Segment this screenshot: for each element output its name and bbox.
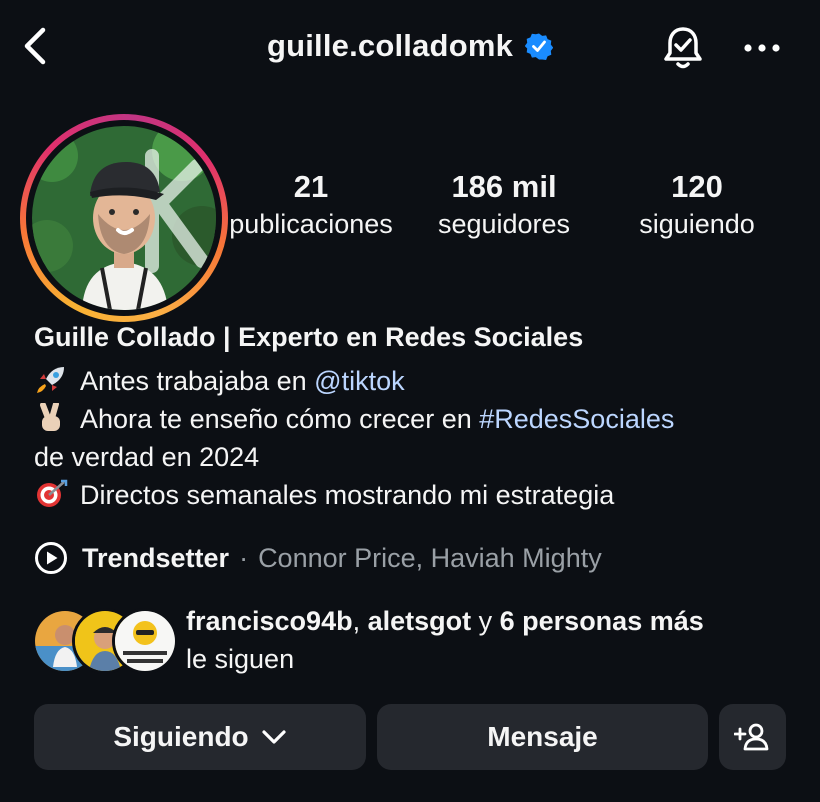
followers-count: 186 mil xyxy=(451,169,557,204)
notifications-button[interactable] xyxy=(655,20,711,76)
victory-hand-icon xyxy=(40,403,60,431)
followed-by-text[interactable]: francisco94b, aletsgot y 6 personas más … xyxy=(186,602,704,678)
verified-badge-icon xyxy=(525,33,554,60)
following-label: siguiendo xyxy=(639,209,755,239)
bio-line-1: Antes trabajaba en @tiktok xyxy=(34,362,405,400)
profile-photo xyxy=(32,126,216,310)
bio-hashtag-link[interactable]: #RedesSociales xyxy=(479,404,674,434)
notification-bell-icon xyxy=(664,27,702,69)
bio-line-4: Directos semanales mostrando mi estrateg… xyxy=(34,476,614,514)
stat-followers[interactable]: 186 mil seguidores xyxy=(409,168,599,242)
posts-label: publicaciones xyxy=(229,209,393,239)
mutual-follower-1[interactable]: francisco94b xyxy=(186,606,353,636)
bio-line-4-text: Directos semanales mostrando mi estrateg… xyxy=(80,480,615,510)
profile-avatar[interactable] xyxy=(20,114,228,322)
direct-hit-icon xyxy=(37,479,68,507)
profile-music[interactable]: Trendsetter · Connor Price, Haviah Might… xyxy=(34,538,602,578)
suggest-people-button[interactable] xyxy=(719,704,786,770)
bio-line-2-text: Ahora te enseño cómo crecer en xyxy=(80,404,480,434)
chevron-down-icon xyxy=(262,730,286,744)
mutual-follower-2[interactable]: aletsgot xyxy=(368,606,472,636)
bio-line-2: Ahora te enseño cómo crecer en #RedesSoc… xyxy=(34,400,674,438)
followed-by-suffix: le siguen xyxy=(186,644,295,674)
followed-by-connector: y xyxy=(471,606,500,636)
stat-following[interactable]: 120 siguiendo xyxy=(602,168,792,242)
stat-posts[interactable]: 21 publicaciones xyxy=(216,168,406,242)
music-artist: Connor Price, Haviah Mighty xyxy=(258,542,602,573)
message-button[interactable]: Mensaje xyxy=(377,704,708,770)
follower-avatar xyxy=(112,608,178,674)
play-circle-icon xyxy=(35,542,67,574)
followed-by-comma: , xyxy=(352,606,368,636)
profile-display-name: Guille Collado | Experto en Redes Social… xyxy=(34,322,584,352)
add-person-icon xyxy=(733,723,768,751)
bio-line-3: de verdad en 2024 xyxy=(34,442,260,472)
music-title: Trendsetter xyxy=(82,542,230,573)
more-options-button[interactable] xyxy=(738,28,786,68)
following-count: 120 xyxy=(671,169,723,204)
bio-line-1-text: Antes trabajaba en xyxy=(80,366,315,396)
following-button-label: Siguiendo xyxy=(113,721,249,752)
mutual-followers-more[interactable]: 6 personas más xyxy=(500,606,704,636)
music-separator: · xyxy=(239,542,249,573)
followers-label: seguidores xyxy=(437,209,571,239)
message-button-label: Mensaje xyxy=(487,721,598,752)
posts-count: 21 xyxy=(293,169,329,204)
more-horizontal-icon xyxy=(744,44,780,52)
following-button[interactable]: Siguiendo xyxy=(34,704,366,770)
profile-username: guille.colladomk xyxy=(266,28,514,63)
bio-mention-link[interactable]: @tiktok xyxy=(314,366,404,396)
rocket-icon xyxy=(37,367,64,393)
